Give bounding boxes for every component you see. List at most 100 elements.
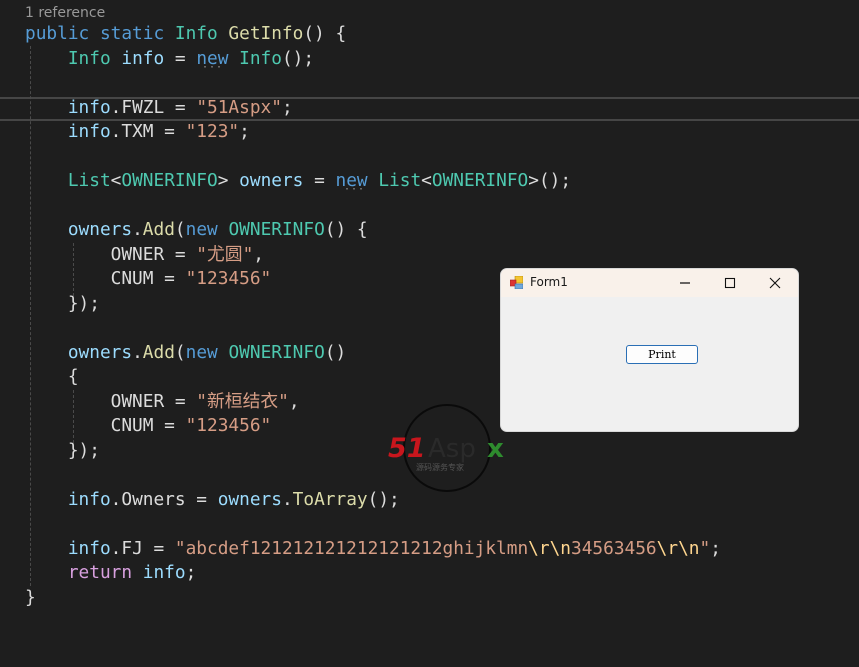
code-line[interactable]: OWNER = "尤圆",: [25, 243, 721, 268]
code-line[interactable]: [25, 71, 721, 96]
code-token: CNUM =: [25, 268, 186, 289]
code-token: .FWZL =: [110, 96, 197, 118]
code-token: return: [67, 562, 143, 583]
code-line[interactable]: [25, 463, 721, 488]
window-title: Form1: [530, 275, 568, 289]
code-line[interactable]: [25, 194, 721, 219]
code-token: ": [699, 537, 711, 559]
code-token: info: [67, 121, 111, 142]
minimize-button[interactable]: [670, 273, 700, 293]
code-token: info: [142, 562, 186, 583]
code-line[interactable]: [25, 512, 721, 537]
code-line[interactable]: return info;: [25, 561, 721, 586]
code-token: .: [132, 219, 143, 240]
code-token: owners: [67, 341, 133, 363]
code-line[interactable]: public static Info GetInfo() {: [25, 22, 721, 47]
code-token: ,: [288, 390, 300, 412]
code-token: (): [324, 341, 347, 363]
code-token: new: [185, 341, 229, 363]
code-token: public: [25, 23, 100, 44]
code-token: ();: [281, 47, 315, 69]
print-button[interactable]: Print: [626, 345, 698, 364]
code-token: "新桓结衣": [196, 390, 289, 412]
code-token: List: [378, 170, 422, 191]
code-token: (: [174, 341, 186, 363]
code-token: ,: [253, 243, 264, 265]
svg-text:源码源务专家: 源码源务专家: [416, 462, 464, 472]
code-line[interactable]: Info info = new Info();: [25, 47, 721, 72]
code-line[interactable]: info.TXM = "123";: [25, 120, 721, 145]
code-token: Info: [67, 47, 122, 69]
app-icon: [510, 276, 523, 289]
codelens-references[interactable]: 1 reference: [25, 5, 105, 21]
maximize-icon: [724, 277, 736, 289]
code-token: ToArray: [292, 488, 368, 510]
code-token: CNUM =: [25, 415, 186, 436]
code-token: }: [25, 586, 36, 608]
code-token: owners: [239, 170, 304, 191]
code-token: OWNERINFO: [228, 219, 325, 240]
code-token: Info: [239, 47, 282, 69]
code-token: "123456": [185, 415, 272, 436]
code-token: >();: [528, 170, 572, 191]
code-token: .Owners =: [110, 488, 218, 510]
code-line[interactable]: List<OWNERINFO> owners = new List<OWNERI…: [25, 169, 721, 194]
code-token: .: [132, 341, 143, 363]
code-token: 34563456: [571, 537, 657, 559]
code-token: ;: [710, 537, 721, 559]
code-token: OWNERINFO: [431, 170, 529, 191]
code-line[interactable]: owners.Add(new OWNERINFO() {: [25, 218, 721, 243]
code-token: owners: [67, 219, 133, 240]
minimize-icon: [680, 282, 690, 284]
code-token: List: [67, 170, 111, 191]
code-token: ;: [239, 121, 250, 142]
code-token: .FJ =: [110, 537, 175, 559]
code-token: info: [67, 488, 111, 510]
code-token: <: [110, 170, 122, 191]
code-token: OWNER =: [25, 243, 197, 265]
code-token: =: [303, 170, 336, 191]
code-token: new: [185, 219, 229, 240]
suggestion-dots: ···: [202, 62, 224, 73]
code-token: });: [25, 439, 100, 461]
close-button[interactable]: [760, 273, 790, 293]
code-token: GetInfo: [228, 23, 304, 44]
code-token: OWNERINFO: [121, 170, 218, 191]
code-token: "123": [185, 121, 240, 142]
code-line[interactable]: info.FJ = "abcdef121212121212121212ghijk…: [25, 537, 721, 562]
code-token: () {: [303, 23, 347, 44]
code-token: static: [99, 23, 175, 44]
svg-text:51: 51: [388, 433, 426, 464]
code-token: Add: [142, 341, 175, 363]
code-token: "尤圆": [196, 243, 254, 265]
code-token: \r\n: [656, 537, 700, 559]
code-token: ;: [185, 562, 197, 583]
code-line[interactable]: [25, 145, 721, 170]
code-token: {: [25, 366, 79, 387]
code-line[interactable]: });: [25, 439, 721, 464]
code-token: "51Aspx": [196, 96, 282, 118]
code-line[interactable]: }: [25, 586, 721, 611]
code-token: =: [164, 47, 197, 69]
code-token: OWNER =: [25, 390, 197, 412]
code-token: Info: [174, 23, 229, 44]
maximize-button[interactable]: [715, 273, 745, 293]
code-line[interactable]: info.Owners = owners.ToArray();: [25, 488, 721, 513]
code-token: .: [281, 488, 293, 510]
code-token: info: [121, 47, 165, 69]
code-token: Add: [142, 219, 175, 240]
code-token: <: [421, 170, 432, 191]
code-line[interactable]: info.FWZL = "51Aspx";: [25, 96, 721, 121]
title-bar[interactable]: Form1: [501, 269, 798, 297]
code-token: });: [25, 292, 100, 314]
svg-text:Asp: Asp: [428, 434, 476, 464]
